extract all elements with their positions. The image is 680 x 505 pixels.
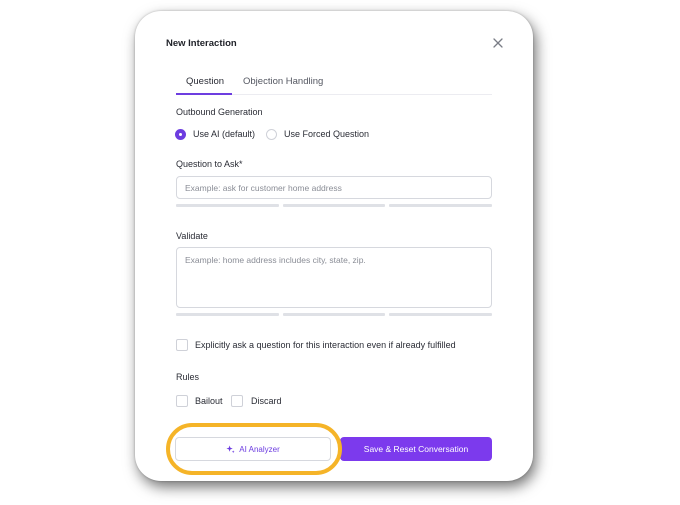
active-tab-indicator (176, 93, 232, 95)
validate-label: Validate (176, 231, 208, 241)
rules-label: Rules (176, 372, 200, 382)
tab-objection-handling[interactable]: Objection Handling (243, 76, 323, 87)
ai-analyzer-label: AI Analyzer (239, 444, 280, 454)
close-button[interactable] (491, 36, 505, 50)
tab-bar: Question Objection Handling (176, 73, 492, 95)
question-progress-bar (176, 204, 493, 207)
explicit-ask-checkbox[interactable] (176, 339, 188, 351)
validate-textarea[interactable] (176, 247, 492, 308)
save-reset-conversation-button[interactable]: Save & Reset Conversation (340, 437, 492, 461)
radio-use-forced-question-label[interactable]: Use Forced Question (284, 129, 369, 139)
discard-label[interactable]: Discard (251, 396, 282, 406)
explicit-ask-label[interactable]: Explicitly ask a question for this inter… (195, 340, 456, 350)
tab-question[interactable]: Question (186, 76, 224, 87)
close-icon (493, 38, 503, 48)
ai-analyzer-button[interactable]: AI Analyzer (175, 437, 331, 461)
bailout-checkbox[interactable] (176, 395, 188, 407)
outbound-generation-label: Outbound Generation (176, 107, 263, 117)
radio-use-ai[interactable] (175, 129, 186, 140)
bailout-label[interactable]: Bailout (195, 396, 223, 406)
radio-use-ai-label[interactable]: Use AI (default) (193, 129, 255, 139)
modal-title: New Interaction (166, 38, 237, 49)
validate-progress-bar (176, 313, 493, 316)
radio-use-forced-question[interactable] (266, 129, 277, 140)
discard-checkbox[interactable] (231, 395, 243, 407)
question-to-ask-label: Question to Ask* (176, 159, 243, 169)
question-to-ask-input[interactable] (176, 176, 492, 199)
new-interaction-modal: New Interaction Question Objection Handl… (135, 11, 533, 481)
sparkle-icon (226, 444, 235, 453)
